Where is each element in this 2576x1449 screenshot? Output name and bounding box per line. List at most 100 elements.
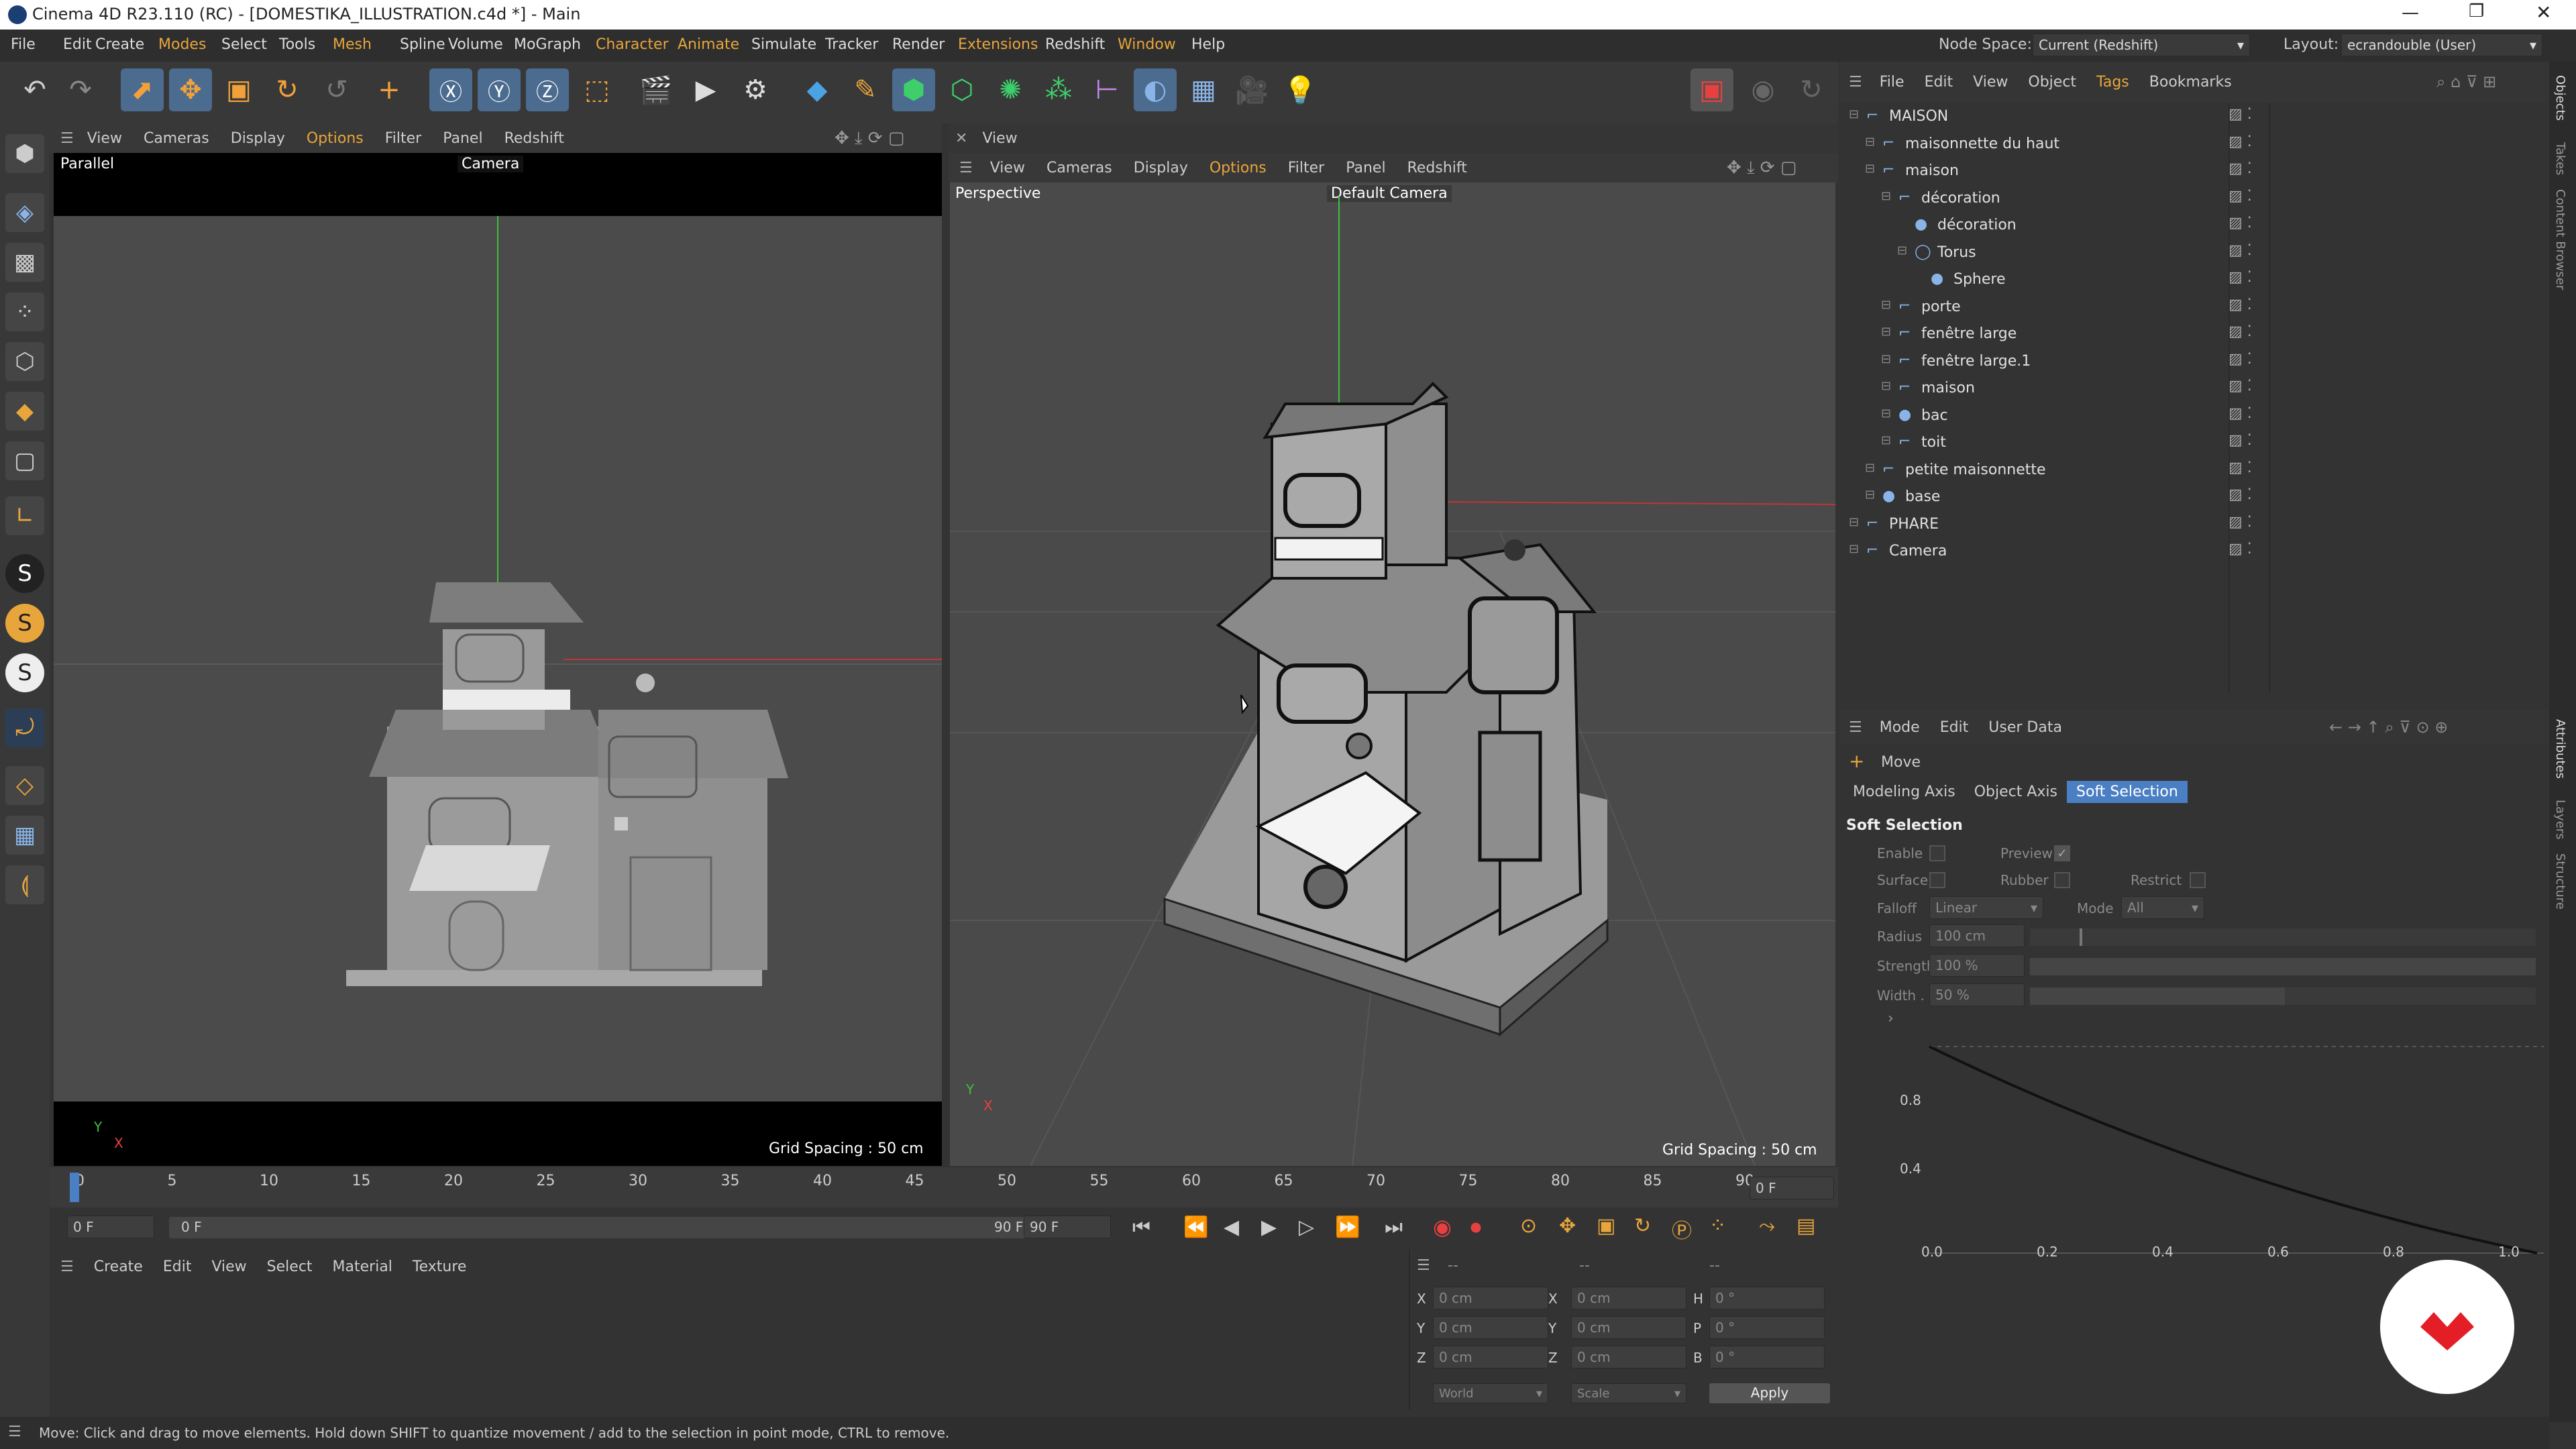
object-row[interactable]: ⊟ ⌐ fenêtre large.1 ▨ ⁚ — [1839, 348, 2537, 375]
vp2-menu-cameras[interactable]: Cameras — [1046, 160, 1112, 176]
preview-checkbox[interactable]: ✓ — [2054, 845, 2070, 861]
object-name[interactable]: décoration — [1921, 190, 2000, 207]
om-search-icons[interactable]: ⌕ ⌂ ⊽ ⊞ — [2436, 72, 2496, 91]
tab-soft-selection[interactable]: Soft Selection — [2067, 781, 2188, 803]
expand-toggle-icon[interactable]: ⊟ — [1881, 379, 1891, 393]
axis-mode-icon[interactable]: ∟ — [5, 496, 44, 535]
key-position-icon[interactable]: ✥ — [1559, 1214, 1576, 1238]
object-name[interactable]: décoration — [1937, 217, 2017, 233]
expand-toggle-icon[interactable]: ⊟ — [1881, 298, 1891, 312]
menu-tools[interactable]: Tools — [279, 36, 315, 53]
restrict-checkbox[interactable] — [2190, 872, 2206, 888]
coord-value-field[interactable]: 0 ° — [1709, 1287, 1825, 1309]
object-row[interactable]: ⊟ ⌐ Camera ▨ ⁚ — [1839, 538, 2537, 565]
menu-edit[interactable]: Edit — [63, 36, 92, 53]
workplane-icon[interactable]: ◇ — [5, 766, 44, 805]
select-tool-icon[interactable]: ⬈ — [121, 68, 164, 111]
vp1-menu-redshift[interactable]: Redshift — [504, 130, 564, 147]
visibility-toggle-icon[interactable]: ▨ ⁚ — [2229, 541, 2252, 557]
texture-mode-icon[interactable]: ▩ — [5, 243, 44, 282]
mode-dropdown[interactable]: All ▾ — [2121, 896, 2204, 919]
object-name[interactable]: toit — [1921, 434, 1946, 451]
menu-spline[interactable]: Spline — [400, 36, 445, 53]
menu-modes[interactable]: Modes — [158, 36, 206, 53]
autokey-icon[interactable]: ⏺ — [1470, 1214, 1481, 1240]
hamburger-icon[interactable]: ☰ — [1849, 719, 1862, 736]
vp1-menu-panel[interactable]: Panel — [443, 130, 482, 147]
menu-tracker[interactable]: Tracker — [825, 36, 878, 53]
y-axis-icon[interactable]: Ⓨ — [478, 68, 521, 111]
redo-icon[interactable]: ↷ — [59, 68, 102, 111]
hamburger-icon[interactable]: ☰ — [959, 160, 973, 176]
object-name[interactable]: bac — [1921, 407, 1948, 424]
hamburger-icon[interactable]: ☰ — [60, 130, 74, 147]
menu-select[interactable]: Select — [221, 36, 267, 53]
subdivision-icon[interactable]: ⬢ — [892, 68, 935, 111]
mat-menu-create[interactable]: Create — [94, 1258, 143, 1275]
bend-icon[interactable]: ⊢ — [1085, 68, 1128, 111]
falloff-graph[interactable]: 0.8 0.4 0.0 0.2 0.4 0.6 0.8 1.0 — [1839, 1025, 2549, 1273]
rotate-tool-icon[interactable]: ↻ — [266, 68, 309, 111]
visibility-toggle-icon[interactable]: ▨ ⁚ — [2229, 106, 2252, 123]
timeline-ruler[interactable]: 0 5 10 15 20 25 30 35 40 45 50 55 60 65 70 75 80 85 90 0 F — [50, 1167, 1838, 1208]
coord-value-field[interactable]: 0 ° — [1709, 1316, 1825, 1339]
expand-toggle-icon[interactable]: ⊟ — [1881, 352, 1891, 366]
record-icon[interactable]: ◉ — [1433, 1214, 1452, 1240]
coord-value-field[interactable]: 0 cm — [1571, 1346, 1686, 1368]
visibility-toggle-icon[interactable]: ▨ ⁚ — [2229, 432, 2252, 449]
viewport-nav-icons[interactable]: ✥ ⤓ ⟳ ▢ — [835, 128, 904, 149]
extrude-icon[interactable]: ⬡ — [941, 68, 983, 111]
close-view-icon[interactable]: ✕ — [955, 130, 967, 147]
undo-icon[interactable]: ↶ — [13, 68, 56, 111]
visibility-toggle-icon[interactable]: ▨ ⁚ — [2229, 378, 2252, 394]
render-picture-viewer-icon[interactable]: ▶ — [684, 68, 727, 111]
expand-toggle-icon[interactable]: ⊟ — [1849, 542, 1859, 556]
tab-modeling-axis[interactable]: Modeling Axis — [1843, 781, 1965, 803]
mat-menu-select[interactable]: Select — [267, 1258, 313, 1275]
am-menu-edit[interactable]: Edit — [1940, 719, 1969, 736]
expand-toggle-icon[interactable]: ⊟ — [1865, 135, 1875, 149]
uv-mode-icon[interactable]: ▢ — [5, 441, 44, 480]
layout-dropdown[interactable]: ecrandouble (User) ▾ — [2341, 34, 2542, 56]
expand-toggle-icon[interactable]: ⊟ — [1849, 515, 1859, 529]
tab-attributes[interactable]: Attributes — [2553, 719, 2567, 779]
mat-menu-view[interactable]: View — [211, 1258, 246, 1275]
polygons-mode-icon[interactable]: ◆ — [5, 392, 44, 431]
light-icon[interactable]: 💡 — [1279, 68, 1322, 111]
vp1-menu-view[interactable]: View — [87, 130, 122, 147]
strength-field[interactable]: 100 % — [1929, 954, 2025, 977]
tab-structure[interactable]: Structure — [2553, 853, 2567, 910]
field-icon[interactable]: ◐ — [1134, 68, 1177, 111]
snap-settings-icon[interactable]: S — [5, 604, 44, 643]
cloner-icon[interactable]: ✺ — [989, 68, 1032, 111]
menu-redshift[interactable]: Redshift — [1045, 36, 1105, 53]
keyframe-selection-icon[interactable]: ⊙ — [1520, 1214, 1537, 1238]
tab-takes[interactable]: Takes — [2553, 142, 2567, 175]
om-menu-view[interactable]: View — [1973, 74, 2008, 91]
expand-toggle-icon[interactable]: ⊟ — [1881, 433, 1891, 447]
vp1-menu-display[interactable]: Display — [231, 130, 285, 147]
expand-toggle-icon[interactable]: ⊟ — [1865, 488, 1875, 502]
visibility-toggle-icon[interactable]: ▨ ⁚ — [2229, 160, 2252, 177]
menu-mesh[interactable]: Mesh — [333, 36, 372, 53]
prev-frame-icon[interactable]: ◀ — [1224, 1216, 1239, 1239]
visibility-toggle-icon[interactable]: ▨ ⁚ — [2229, 133, 2252, 150]
surface-checkbox[interactable] — [1929, 872, 1945, 888]
x-axis-icon[interactable]: Ⓧ — [429, 68, 472, 111]
vp2-menu-display[interactable]: Display — [1134, 160, 1188, 176]
coord-value-field[interactable]: 0 cm — [1433, 1287, 1548, 1309]
menu-file[interactable]: File — [11, 36, 36, 53]
edges-mode-icon[interactable]: ⬡ — [5, 342, 44, 381]
vp2-menu-filter[interactable]: Filter — [1288, 160, 1324, 176]
object-name[interactable]: fenêtre large — [1921, 325, 2017, 342]
interpolation-icon[interactable]: ⤳ — [1759, 1214, 1775, 1238]
render-settings-icon[interactable]: ⚙ — [734, 68, 777, 111]
pen-spline-icon[interactable]: ✎ — [844, 68, 887, 111]
snap-icon[interactable]: S — [5, 554, 44, 593]
mat-menu-texture[interactable]: Texture — [413, 1258, 467, 1275]
world-dropdown[interactable]: World ▾ — [1433, 1383, 1548, 1403]
menu-window[interactable]: Window — [1118, 36, 1176, 53]
object-row[interactable]: ● décoration ▨ ⁚ — [1839, 212, 2537, 239]
scale-tool-icon[interactable]: ▣ — [217, 68, 260, 111]
end-frame-field[interactable]: 90 F — [1024, 1216, 1111, 1238]
